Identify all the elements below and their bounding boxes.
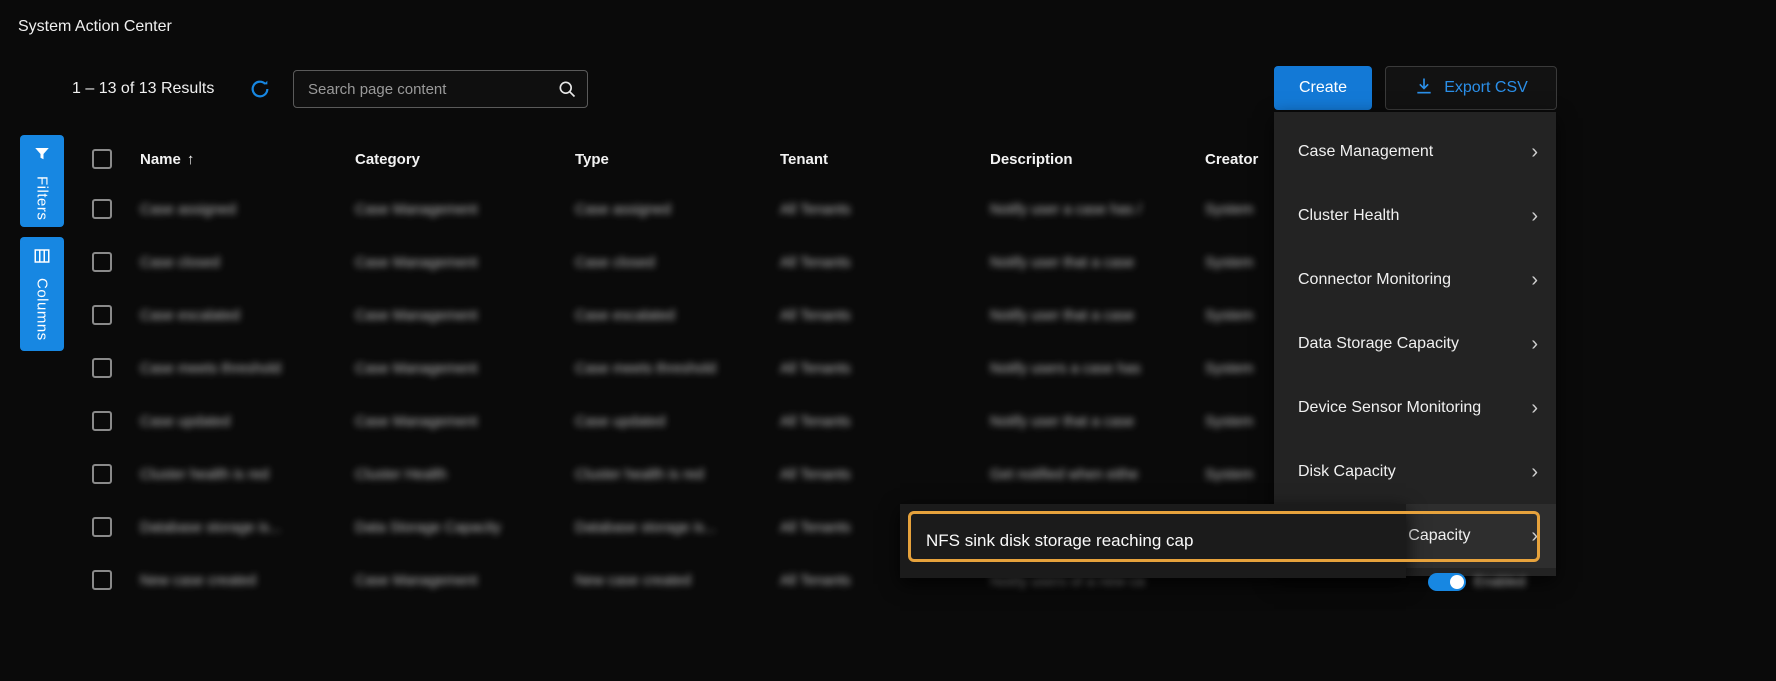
column-header-type[interactable]: Type <box>575 140 609 178</box>
cell-name: Case escalated <box>140 289 345 342</box>
submenu-item-nfs-sink-disk-storage[interactable]: NFS sink disk storage reaching cap <box>906 513 1400 569</box>
column-header-creator[interactable]: Creator <box>1205 140 1258 178</box>
cell-category: Case Management <box>355 289 565 342</box>
nfs-submenu: NFS sink disk storage reaching cap <box>900 504 1406 578</box>
cell-name: Case closed <box>140 236 345 289</box>
download-icon <box>1414 76 1434 101</box>
search-input[interactable] <box>308 81 557 98</box>
cell-name: Database storage is... <box>140 501 345 554</box>
refresh-icon[interactable] <box>249 78 271 100</box>
cell-category: Case Management <box>355 236 565 289</box>
cell-tenant: All Tenants <box>780 236 980 289</box>
chevron-right-icon: › <box>1531 462 1538 482</box>
create-button[interactable]: Create <box>1274 66 1372 110</box>
cell-tenant: All Tenants <box>780 289 980 342</box>
menu-item-label: Cluster Health <box>1298 207 1399 225</box>
cell-tenant: All Tenants <box>780 183 980 236</box>
filters-tab[interactable]: Filters <box>20 135 64 227</box>
cell-tenant: All Tenants <box>780 342 980 395</box>
menu-item-device-sensor-monitoring[interactable]: Device Sensor Monitoring › <box>1274 376 1556 440</box>
cell-name: New case created <box>140 554 345 607</box>
chevron-right-icon: › <box>1531 206 1538 226</box>
cell-tenant: All Tenants <box>780 448 980 501</box>
row-checkbox[interactable] <box>92 464 112 484</box>
toggle-label: Enabled <box>1474 573 1525 589</box>
row-checkbox[interactable] <box>92 570 112 590</box>
cell-category: Data Storage Capacity <box>355 501 565 554</box>
menu-item-data-storage-capacity[interactable]: Data Storage Capacity › <box>1274 312 1556 376</box>
row-checkbox[interactable] <box>92 411 112 431</box>
cell-category: Case Management <box>355 554 565 607</box>
page-title: System Action Center <box>18 18 172 36</box>
columns-tab[interactable]: Columns <box>20 237 64 351</box>
cell-name: Case updated <box>140 395 345 448</box>
chevron-right-icon: › <box>1531 142 1538 162</box>
results-count: 1 – 13 of 13 Results <box>72 80 214 98</box>
cell-type: Case escalated <box>575 289 770 342</box>
toggle-knob <box>1450 575 1464 589</box>
cell-description: Notify user that a case <box>990 236 1195 289</box>
cell-type: Case updated <box>575 395 770 448</box>
cell-type: Cluster health is red <box>575 448 770 501</box>
cell-tenant: All Tenants <box>780 395 980 448</box>
cell-category: Cluster Health <box>355 448 565 501</box>
row-checkbox[interactable] <box>92 517 112 537</box>
column-header-name[interactable]: Name ↑ <box>140 140 194 178</box>
menu-item-case-management[interactable]: Case Management › <box>1274 120 1556 184</box>
export-csv-label: Export CSV <box>1444 79 1528 97</box>
cell-description: Notify user a case has / <box>990 183 1195 236</box>
search-icon[interactable] <box>557 79 577 99</box>
cell-type: New case created <box>575 554 770 607</box>
filters-tab-label: Filters <box>34 176 51 220</box>
row-checkbox[interactable] <box>92 252 112 272</box>
cell-type: Case meets threshold <box>575 342 770 395</box>
cell-category: Case Management <box>355 183 565 236</box>
cell-description: Notify users a case has <box>990 342 1195 395</box>
enabled-toggle[interactable] <box>1428 573 1466 591</box>
row-checkbox[interactable] <box>92 358 112 378</box>
row-checkbox[interactable] <box>92 199 112 219</box>
row-checkbox[interactable] <box>92 305 112 325</box>
columns-icon <box>33 247 51 270</box>
columns-tab-label: Columns <box>34 278 51 341</box>
search-box <box>293 70 588 108</box>
cell-type: Case assigned <box>575 183 770 236</box>
menu-item-disk-capacity[interactable]: Disk Capacity › <box>1274 440 1556 504</box>
column-header-description[interactable]: Description <box>990 140 1073 178</box>
cell-description: Notify user that a case <box>990 289 1195 342</box>
filter-icon <box>33 145 51 168</box>
cell-type: Case closed <box>575 236 770 289</box>
chevron-right-icon: › <box>1531 334 1538 354</box>
sort-ascending-icon: ↑ <box>187 151 195 168</box>
menu-item-cluster-health[interactable]: Cluster Health › <box>1274 184 1556 248</box>
chevron-right-icon: › <box>1531 526 1538 546</box>
cell-category: Case Management <box>355 395 565 448</box>
cell-type: Database storage is... <box>575 501 770 554</box>
chevron-right-icon: › <box>1531 270 1538 290</box>
cell-name: Case assigned <box>140 183 345 236</box>
chevron-right-icon: › <box>1531 398 1538 418</box>
select-all-checkbox[interactable] <box>92 149 112 169</box>
cell-description: Notify user that a case <box>990 395 1195 448</box>
export-csv-button[interactable]: Export CSV <box>1385 66 1557 110</box>
menu-item-label: Case Management <box>1298 143 1433 161</box>
cell-description: Get notified when eithe <box>990 448 1195 501</box>
menu-item-connector-monitoring[interactable]: Connector Monitoring › <box>1274 248 1556 312</box>
column-header-tenant[interactable]: Tenant <box>780 140 828 178</box>
cell-name: Case meets threshold <box>140 342 345 395</box>
cell-name: Cluster health is red <box>140 448 345 501</box>
column-header-category[interactable]: Category <box>355 140 420 178</box>
menu-item-label: Connector Monitoring <box>1298 271 1451 289</box>
cell-category: Case Management <box>355 342 565 395</box>
menu-item-label: Device Sensor Monitoring <box>1298 399 1481 417</box>
menu-item-label: Data Storage Capacity <box>1298 335 1459 353</box>
menu-item-label: Disk Capacity <box>1298 463 1396 481</box>
